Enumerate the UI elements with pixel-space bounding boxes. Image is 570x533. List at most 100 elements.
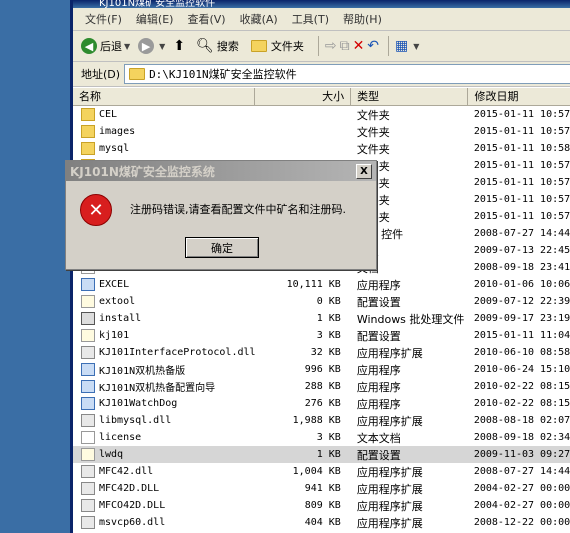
file-type: 应用程序 [356,397,401,411]
file-row[interactable]: msvcp60.dll 404 KB 应用程序扩展 2008-12-22 00:00 [73,514,570,531]
file-row[interactable]: EXCEL 10,111 KB 应用程序 2010-01-06 10:06 [73,276,570,293]
up-folder-icon: ⬆ [173,38,186,54]
file-row[interactable]: KJ101N双机热备配置向导 288 KB 应用程序 2010-02-22 08:15 [73,378,570,395]
address-label: 地址(D) [81,68,121,81]
file-size: 809 KB [304,500,341,511]
file-row[interactable]: install 1 KB Windows 批处理文件 2009-09-17 23:19 [73,310,570,327]
copy-to-icon[interactable]: ⧉ [340,38,350,54]
file-size: 10,111 KB [286,279,341,290]
file-date: 2010-01-06 10:06 [473,279,570,290]
chevron-down-icon[interactable]: ▼ [413,42,419,51]
file-name-cell: license [73,431,258,444]
file-row[interactable]: lwdq 1 KB 配置设置 2009-11-03 09:27 [73,446,570,463]
column-name[interactable]: 名称 [73,88,256,105]
exe-file-icon [81,397,95,410]
file-row[interactable]: images 文件夹 2015-01-11 10:57 [73,123,570,140]
ok-button[interactable]: 确定 [185,237,259,258]
back-arrow-icon: ◀ [81,38,97,54]
folders-button[interactable]: 文件夹 [247,38,304,54]
file-name-cell: libmysql.dll [73,414,258,427]
file-date: 2015-01-11 10:57 [473,126,570,137]
file-size: 32 KB [310,347,341,358]
dll-file-icon [81,499,95,512]
file-name: EXCEL [99,279,130,290]
file-type: 应用程序扩展 [356,482,423,496]
file-row[interactable]: MFC42.dll 1,004 KB 应用程序扩展 2008-07-27 14:44 [73,463,570,480]
file-name-cell: msvcp60.dll [73,516,258,529]
close-button[interactable]: X [356,164,372,179]
file-name: MFC42.dll [99,466,154,477]
file-type: 应用程序扩展 [356,346,423,360]
file-row[interactable]: MFCO42D.DLL 809 KB 应用程序扩展 2004-02-27 00:00 [73,497,570,514]
file-row[interactable]: mysql 文件夹 2015-01-11 10:58 [73,140,570,157]
menu-bar: 文件(F) 编辑(E) 查看(V) 收藏(A) 工具(T) 帮助(H) [73,8,570,31]
dialog-message: 注册码错误,请查看配置文件中矿名和注册码. [130,203,346,216]
chevron-down-icon[interactable]: ▼ [159,42,165,51]
file-name-cell: kj101 [73,329,258,342]
window-titlebar[interactable]: KJ101N煤矿安全监控软件 [73,0,570,8]
menu-tools[interactable]: 工具(T) [288,11,339,27]
address-bar: 地址(D) D:\KJ101N煤矿安全监控软件 [73,62,570,87]
file-name: license [99,432,142,443]
chevron-down-icon[interactable]: ▼ [124,42,130,51]
file-row[interactable]: KJ101InterfaceProtocol.dll 32 KB 应用程序扩展 201… [73,344,570,361]
file-name-cell: images [73,125,258,138]
exe-file-icon [81,363,95,376]
column-size[interactable]: 大小 [255,88,352,105]
file-name-cell: mysql [73,142,258,155]
file-size: 941 KB [304,483,341,494]
file-date: 2010-06-24 15:10 [473,364,570,375]
file-date: 2015-01-11 10:57 [473,160,570,171]
menu-view[interactable]: 查看(V) [183,11,235,27]
file-size: 288 KB [304,381,341,392]
back-button[interactable]: ◀ 后退 ▼ [81,38,130,54]
file-row[interactable]: libmysql.dll 1,988 KB 应用程序扩展 2008-08-18 02:… [73,412,570,429]
toolbar-divider [388,36,390,56]
back-label: 后退 [100,40,122,53]
file-type: 配置设置 [356,329,401,343]
file-name: MFC42D.DLL [99,483,160,494]
bat-file-icon [81,312,95,325]
dialog-titlebar[interactable]: KJ101N煤矿安全监控系统 X [66,161,376,181]
dll-file-icon [81,465,95,478]
file-row[interactable]: kj101 3 KB 配置设置 2015-01-11 11:04 [73,327,570,344]
views-icon[interactable]: ▦ [395,38,408,54]
file-name-cell: MFC42.dll [73,465,258,478]
folders-label: 文件夹 [270,40,304,53]
column-date[interactable]: 修改日期 [468,88,570,105]
folder-file-icon [81,108,95,121]
file-row[interactable]: license 3 KB 文本文档 2008-09-18 02:34 [73,429,570,446]
toolbar-divider [317,36,319,56]
error-icon: ✕ [80,194,112,226]
dll-file-icon [81,482,95,495]
menu-help[interactable]: 帮助(H) [339,11,392,27]
column-type[interactable]: 类型 [351,88,469,105]
delete-icon[interactable]: ✕ [353,38,365,54]
file-row[interactable]: extool 0 KB 配置设置 2009-07-12 22:39 [73,293,570,310]
file-date: 2015-01-11 10:57 [473,109,570,120]
search-button[interactable]: 🔍︎ 搜索 [196,38,239,54]
move-to-icon[interactable]: ⇨ [325,38,337,54]
forward-button[interactable]: ▶ ▼ [138,38,165,54]
file-size: 1 KB [316,449,341,460]
file-date: 2009-07-12 22:39 [473,296,570,307]
folder-file-icon [81,142,95,155]
file-row[interactable]: KJ101N双机热备版 996 KB 应用程序 2010-06-24 15:10 [73,361,570,378]
file-size: 3 KB [316,432,341,443]
address-input[interactable]: D:\KJ101N煤矿安全监控软件 [124,64,570,84]
menu-edit[interactable]: 编辑(E) [132,11,184,27]
file-row[interactable]: MFC42D.DLL 941 KB 应用程序扩展 2004-02-27 00:00 [73,480,570,497]
file-row[interactable]: CEL 文件夹 2015-01-11 10:57 [73,106,570,123]
folder-icon [250,40,267,52]
menu-file[interactable]: 文件(F) [81,11,132,27]
file-date: 2004-02-27 00:00 [473,483,570,494]
file-name-cell: MFCO42D.DLL [73,499,258,512]
file-type: 文件夹 [356,125,390,139]
forward-arrow-icon: ▶ [138,38,155,54]
up-folder-button[interactable]: ⬆ [173,38,188,54]
file-name-cell: CEL [73,108,258,121]
undo-icon[interactable]: ↶ [367,38,379,54]
file-date: 2010-06-10 08:58 [473,347,570,358]
menu-favorites[interactable]: 收藏(A) [236,11,288,27]
file-row[interactable]: KJ101WatchDog 276 KB 应用程序 2010-02-22 08:15 [73,395,570,412]
